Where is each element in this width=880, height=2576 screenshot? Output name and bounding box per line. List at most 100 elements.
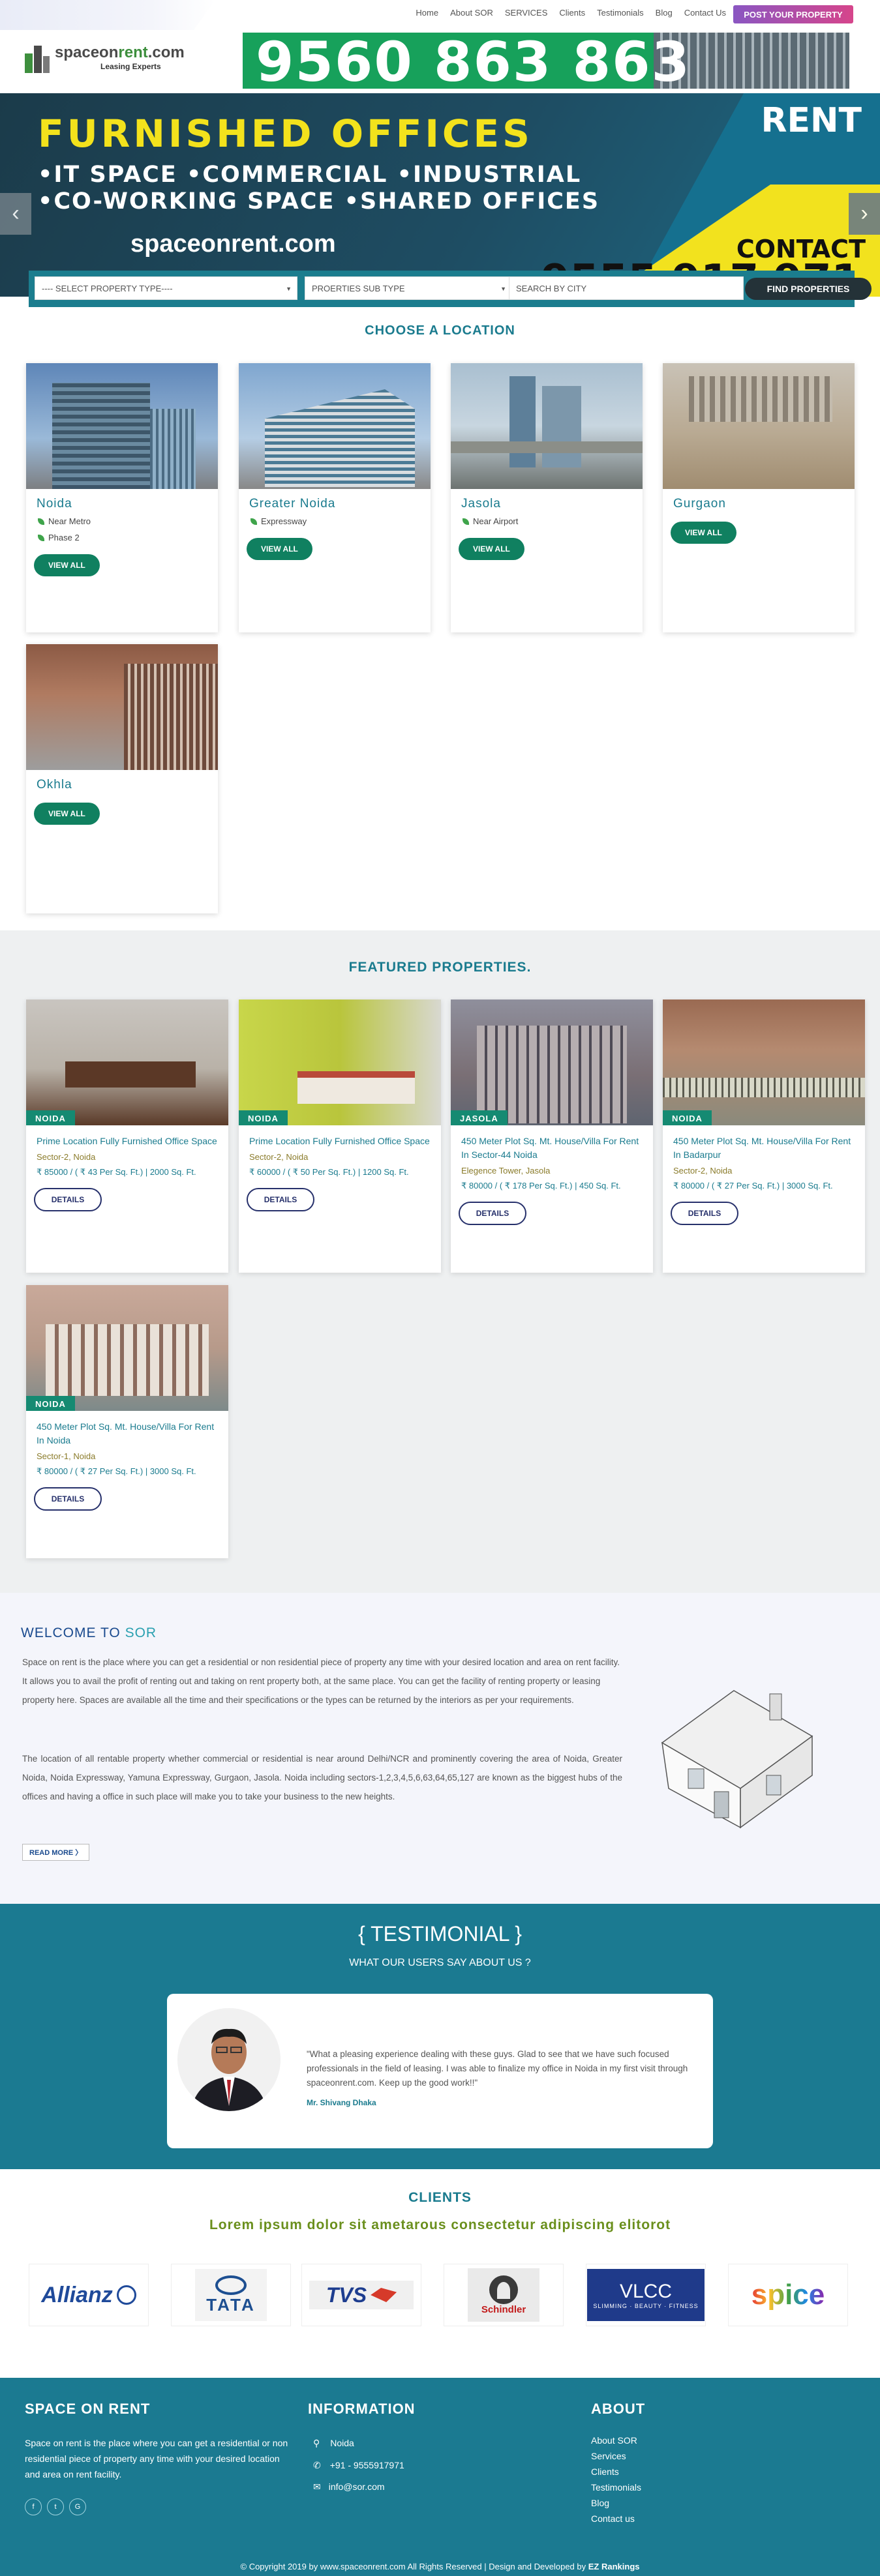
jasola-image [451, 363, 643, 489]
property-price: ₹ 80000 / ( ₹ 178 Per Sq. Ft.) | 450 Sq.… [461, 1181, 621, 1191]
nav-testimonials[interactable]: Testimonials [597, 8, 644, 18]
footer-link-services[interactable]: Services [591, 2448, 641, 2464]
developer-credit-link[interactable]: EZ Rankings [588, 2562, 640, 2571]
testimonial-quote: "What a pleasing experience dealing with… [307, 2049, 688, 2088]
city-search-input[interactable]: SEARCH BY CITY [509, 276, 744, 300]
footer-link-contact[interactable]: Contact us [591, 2511, 641, 2526]
city-placeholder: SEARCH BY CITY [516, 284, 587, 293]
hero-line-1: •IT SPACE •COMMERCIAL •INDUSTRIAL [38, 162, 582, 188]
property-price: ₹ 85000 / ( ₹ 43 Per Sq. Ft.) | 2000 Sq.… [37, 1167, 196, 1177]
slider-next-arrow[interactable]: › [849, 193, 880, 235]
testimonial-title: { TESTIMONIAL } [358, 1922, 522, 1946]
leaf-icon [463, 518, 469, 525]
view-all-button[interactable]: VIEW ALL [34, 803, 100, 825]
location-card-jasola[interactable]: Jasola Near Airport VIEW ALL [451, 363, 643, 632]
twitter-icon[interactable]: t [47, 2498, 64, 2515]
details-button[interactable]: DETAILS [671, 1202, 738, 1225]
leaf-icon [250, 518, 257, 525]
property-card[interactable]: JASOLA 450 Meter Plot Sq. Mt. House/Vill… [451, 999, 653, 1273]
welcome-paragraph-1: Space on rent is the place where you can… [22, 1657, 620, 1705]
read-more-button[interactable]: READ MORE 〉 [22, 1844, 90, 1861]
brand-name-a: spaceon [55, 44, 119, 61]
property-title[interactable]: 450 Meter Plot Sq. Mt. House/Villa For R… [461, 1134, 643, 1162]
footer-link-about[interactable]: About SOR [591, 2433, 641, 2448]
footer-phone[interactable]: ✆ +91 - 9555917971 [313, 2457, 404, 2473]
location-card-okhla[interactable]: Okhla VIEW ALL [26, 644, 218, 913]
tag-label: Phase 2 [48, 533, 80, 542]
property-title[interactable]: Prime Location Fully Furnished Office Sp… [37, 1134, 218, 1148]
property-image: NOIDA [239, 999, 441, 1125]
property-card[interactable]: NOIDA 450 Meter Plot Sq. Mt. House/Villa… [663, 999, 865, 1273]
footer-link-blog[interactable]: Blog [591, 2495, 641, 2511]
nav-services[interactable]: SERVICES [505, 8, 548, 18]
footer-address: ⚲ Noida [313, 2435, 354, 2451]
property-title[interactable]: 450 Meter Plot Sq. Mt. House/Villa For R… [673, 1134, 855, 1162]
nav-home[interactable]: Home [416, 8, 438, 18]
view-all-button[interactable]: VIEW ALL [247, 538, 312, 560]
view-all-button[interactable]: VIEW ALL [671, 522, 736, 544]
horse-icon [371, 2288, 397, 2302]
noida-image [26, 363, 218, 489]
post-property-button[interactable]: POST YOUR PROPERTY [733, 5, 853, 23]
client-logo-spice: spice [728, 2264, 848, 2326]
client-logo-tvs: TVS [301, 2264, 421, 2326]
hero-rent: RENT [761, 101, 862, 140]
property-title[interactable]: Prime Location Fully Furnished Office Sp… [249, 1134, 431, 1148]
sub-type-value: PROERTIES SUB TYPE [312, 284, 405, 293]
details-button[interactable]: DETAILS [34, 1487, 102, 1511]
location-tag: Phase 2 [38, 533, 207, 542]
view-all-button[interactable]: VIEW ALL [34, 554, 100, 576]
testimonial-card: "What a pleasing experience dealing with… [167, 1994, 713, 2148]
footer: SPACE ON RENT Space on rent is the place… [0, 2378, 880, 2562]
details-button[interactable]: DETAILS [459, 1202, 526, 1225]
client-logo-vlcc: VLCC SLIMMING · BEAUTY · FITNESS [586, 2264, 706, 2326]
testimonial-section: { TESTIMONIAL } WHAT OUR USERS SAY ABOUT… [0, 1904, 880, 2169]
sub-type-select[interactable]: PROERTIES SUB TYPE ▼ [305, 276, 512, 300]
nav-blog[interactable]: Blog [656, 8, 673, 18]
tvs-logo-text: TVS [326, 2283, 367, 2307]
location-card-gurgaon[interactable]: Gurgaon VIEW ALL [663, 363, 855, 632]
property-card[interactable]: NOIDA Prime Location Fully Furnished Off… [239, 999, 441, 1273]
leaf-icon [38, 534, 44, 541]
footer-link-testimonials[interactable]: Testimonials [591, 2480, 641, 2495]
testimonial-subtitle: WHAT OUR USERS SAY ABOUT US ? [349, 1957, 531, 1968]
allianz-logo-text: Allianz [41, 2282, 113, 2307]
schindler-emblem-icon [489, 2275, 518, 2304]
top-bar: Home About SOR SERVICES Clients Testimon… [0, 0, 880, 30]
phone-number: 9560 863 863 [256, 33, 691, 89]
google-plus-icon[interactable]: G [69, 2498, 86, 2515]
site-logo[interactable]: spaceonrent.com Leasing Experts [25, 42, 185, 73]
location-name: Noida [37, 497, 72, 511]
nav-contact[interactable]: Contact Us [684, 8, 726, 18]
footer-col3-title: ABOUT [591, 2401, 646, 2417]
facebook-icon[interactable]: f [25, 2498, 42, 2515]
phone-text: +91 - 9555917971 [329, 2460, 404, 2470]
location-tag: Near Airport [463, 516, 632, 526]
copyright-text: © Copyright 2019 by www.spaceonrent.com … [240, 2562, 588, 2571]
city-badge: JASOLA [451, 1110, 508, 1125]
location-card-noida[interactable]: Noida Near Metro Phase 2 VIEW ALL [26, 363, 218, 632]
location-card-greater-noida[interactable]: Greater Noida Expressway VIEW ALL [239, 363, 431, 632]
clients-title: CLIENTS [408, 2190, 472, 2205]
nav-about[interactable]: About SOR [450, 8, 493, 18]
nav-clients[interactable]: Clients [559, 8, 585, 18]
property-card[interactable]: NOIDA 450 Meter Plot Sq. Mt. House/Villa… [26, 1285, 228, 1558]
footer-link-clients[interactable]: Clients [591, 2464, 641, 2480]
avatar [177, 2008, 281, 2111]
welcome-section: WELCOME TO SOR Space on rent is the plac… [0, 1593, 880, 1904]
featured-title: FEATURED PROPERTIES. [348, 960, 532, 975]
property-type-select[interactable]: ---- SELECT PROPERTY TYPE---- ▼ [35, 276, 297, 300]
details-button[interactable]: DETAILS [34, 1188, 102, 1211]
view-all-button[interactable]: VIEW ALL [459, 538, 524, 560]
address-text: Noida [330, 2438, 354, 2448]
chevron-down-icon: ▼ [500, 286, 506, 292]
envelope-icon: ✉ [313, 2481, 321, 2492]
property-card[interactable]: NOIDA Prime Location Fully Furnished Off… [26, 999, 228, 1273]
details-button[interactable]: DETAILS [247, 1188, 314, 1211]
main-nav: Home About SOR SERVICES Clients Testimon… [416, 8, 726, 18]
property-title[interactable]: 450 Meter Plot Sq. Mt. House/Villa For R… [37, 1420, 218, 1447]
footer-email[interactable]: ✉ info@sor.com [313, 2479, 385, 2495]
slider-prev-arrow[interactable]: ‹ [0, 193, 31, 235]
find-properties-button[interactable]: FIND PROPERTIES [745, 278, 872, 300]
person-photo [177, 2008, 281, 2111]
